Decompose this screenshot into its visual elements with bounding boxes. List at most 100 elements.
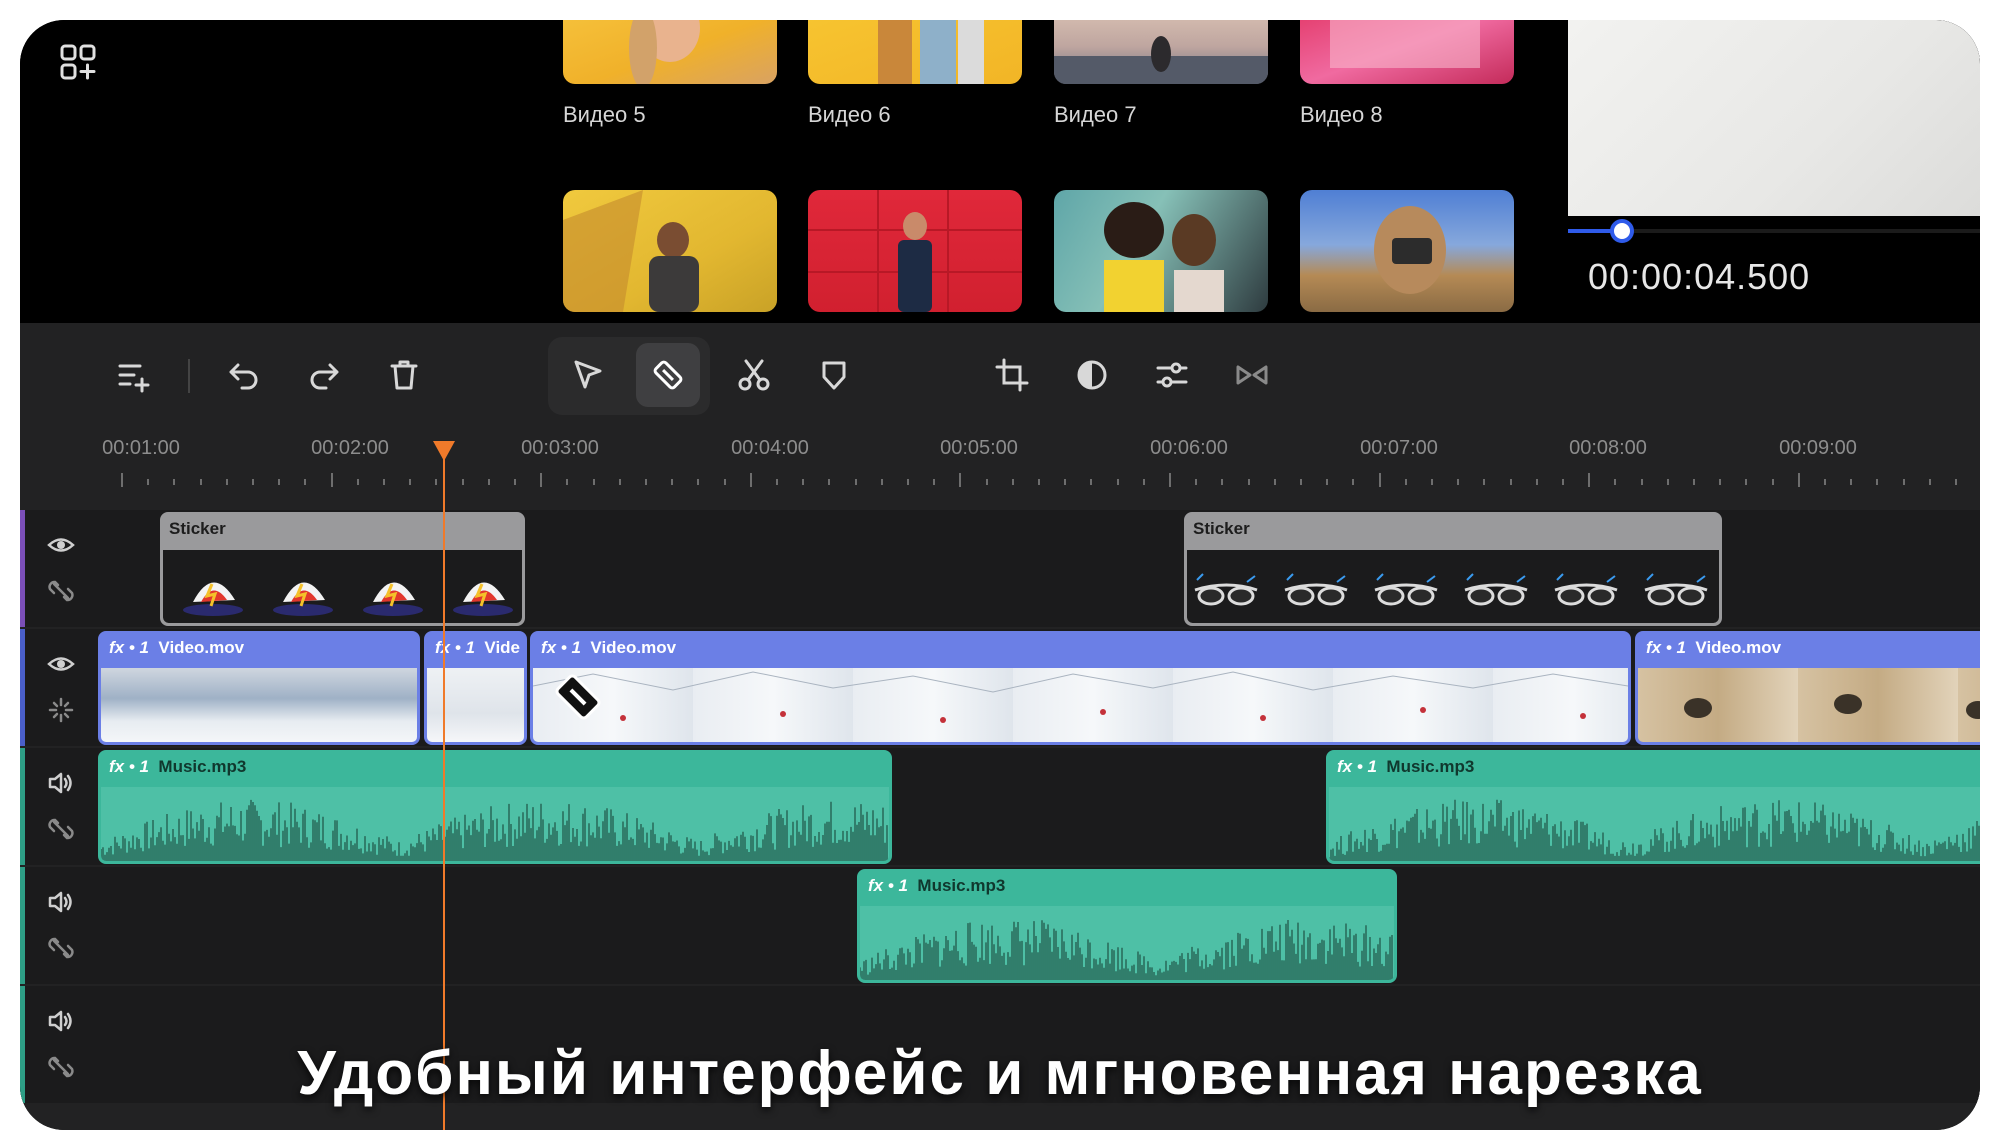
ruler-tick [383,479,385,485]
preview-timecode: 00:00:04.500 [1588,256,1811,297]
eye-icon[interactable] [46,649,76,679]
ruler-tick [356,479,359,485]
ruler-tick [1693,479,1695,485]
ruler-tick [173,479,176,485]
cap-sticker [273,582,333,616]
sticker-track: Sticker Sticker [20,510,1980,627]
ruler-tick [1169,473,1171,487]
timeline-ruler[interactable]: 00:01:00 00:02:00 00:03:00 00:04:00 00:0… [20,423,1980,493]
audio-waveform [1329,787,1980,861]
crop-button[interactable] [980,343,1044,407]
ruler-tick [1666,479,1669,485]
eye-icon[interactable] [46,530,76,560]
color-button[interactable] [1060,343,1124,407]
ruler-tick [1247,479,1250,485]
video-clip[interactable]: fx • 1 Video.mov [1635,631,1980,745]
track-color-bar [20,510,25,627]
mask-button[interactable] [802,343,866,407]
audio-track-2: fx • 1 Music.mp3 [20,867,1980,984]
undo-button[interactable] [212,343,276,407]
video-thumbnail-7[interactable] [1054,20,1268,84]
ruler-tick [1771,479,1774,485]
blade-tool-icon [653,360,683,390]
ruler-tick [776,479,778,485]
ruler-tick [514,479,516,485]
delete-button[interactable] [372,343,436,407]
ruler-label: 00:06:00 [1150,437,1228,459]
ruler-tick [959,473,962,487]
ruler-tick [1562,479,1564,485]
add-media-grid-icon[interactable] [58,42,98,82]
ruler-tick [618,479,621,485]
speaker-icon[interactable] [46,1006,76,1036]
video-clip[interactable]: fx • 1 Video.mov [530,631,1631,745]
audio-clip[interactable]: fx • 1 Music.mp3 [98,750,892,864]
clip-name: Vide [484,638,521,657]
preview-panel: 00:00:04.500 [1568,20,1980,323]
redo-button[interactable] [292,343,356,407]
waveform-graphic [860,920,1393,980]
sticker-clip[interactable]: Sticker [1184,512,1722,626]
video-thumbnail-5[interactable] [563,20,777,84]
app-window: Видео 5 Видео 6 Видео 7 Видео 8 00:00:04… [20,20,1980,1130]
ruler-tick [1064,479,1067,485]
video-thumbnail-11[interactable] [1054,190,1268,312]
playhead-line[interactable] [443,445,445,1130]
ruler-tick [1824,479,1826,485]
video-label-6: Видео 6 [808,102,891,127]
speaker-icon[interactable] [46,768,76,798]
preview-scrubber-handle[interactable] [1609,219,1634,243]
cap-sticker [363,582,423,616]
audio-clip[interactable]: fx • 1 Music.mp3 [857,869,1397,983]
ruler-tick [1431,479,1433,485]
ruler-tick [1850,479,1853,485]
add-track-button[interactable] [102,343,166,407]
playhead-handle[interactable] [433,441,455,461]
ruler-tick [1326,479,1329,485]
video-thumbnail-8[interactable] [1300,20,1514,84]
ruler-tick [1719,479,1722,485]
ruler-tick [907,479,909,485]
ruler-tick [723,479,726,485]
ruler-tick [880,479,883,485]
video-clip[interactable]: fx • 1 Video.mov [98,631,420,745]
ruler-tick [828,479,831,485]
unlink-icon[interactable] [46,814,76,844]
video-thumbnail-12[interactable] [1300,190,1514,312]
ruler-tick [409,479,412,485]
track-color-bar [20,629,25,746]
clip-frames [427,668,524,742]
ruler-tick [461,479,464,485]
ruler-tick [1745,479,1748,485]
video-track: fx • 1 Video.mov fx • 1 Vide fx • 1 Vide… [20,629,1980,746]
ruler-tick [225,479,228,485]
speaker-icon[interactable] [46,887,76,917]
magic-icon[interactable] [46,695,76,725]
ruler-tick [199,479,202,485]
audio-clip[interactable]: fx • 1 Music.mp3 [1326,750,1980,864]
video-thumbnail-6[interactable] [808,20,1022,84]
fx-badge: fx • 1 [435,638,475,657]
clip-title: fx • 1 Video.mov [109,638,244,658]
clip-frames [1638,668,1980,742]
clip-title: Sticker [169,519,226,538]
ruler-tick [1090,479,1093,485]
video-thumbnail-10[interactable] [808,190,1022,312]
video-thumbnail-9[interactable] [563,190,777,312]
adjust-sliders-icon [1156,362,1188,388]
adjust-button[interactable] [1140,343,1204,407]
blade-tool-button[interactable] [636,343,700,407]
transition-button[interactable] [1220,343,1284,407]
color-icon [1077,360,1107,390]
ruler-tick [854,479,857,485]
redo-icon [310,363,339,390]
sticker-clip[interactable]: Sticker [160,512,525,626]
cut-button[interactable] [722,343,786,407]
select-tool-button[interactable] [556,343,620,407]
clip-name: Video.mov [158,638,245,657]
unlink-icon[interactable] [46,933,76,963]
clip-frames [533,668,1628,742]
video-clip[interactable]: fx • 1 Vide [424,631,527,745]
ruler-tick [1011,479,1014,485]
unlink-icon[interactable] [46,576,76,606]
